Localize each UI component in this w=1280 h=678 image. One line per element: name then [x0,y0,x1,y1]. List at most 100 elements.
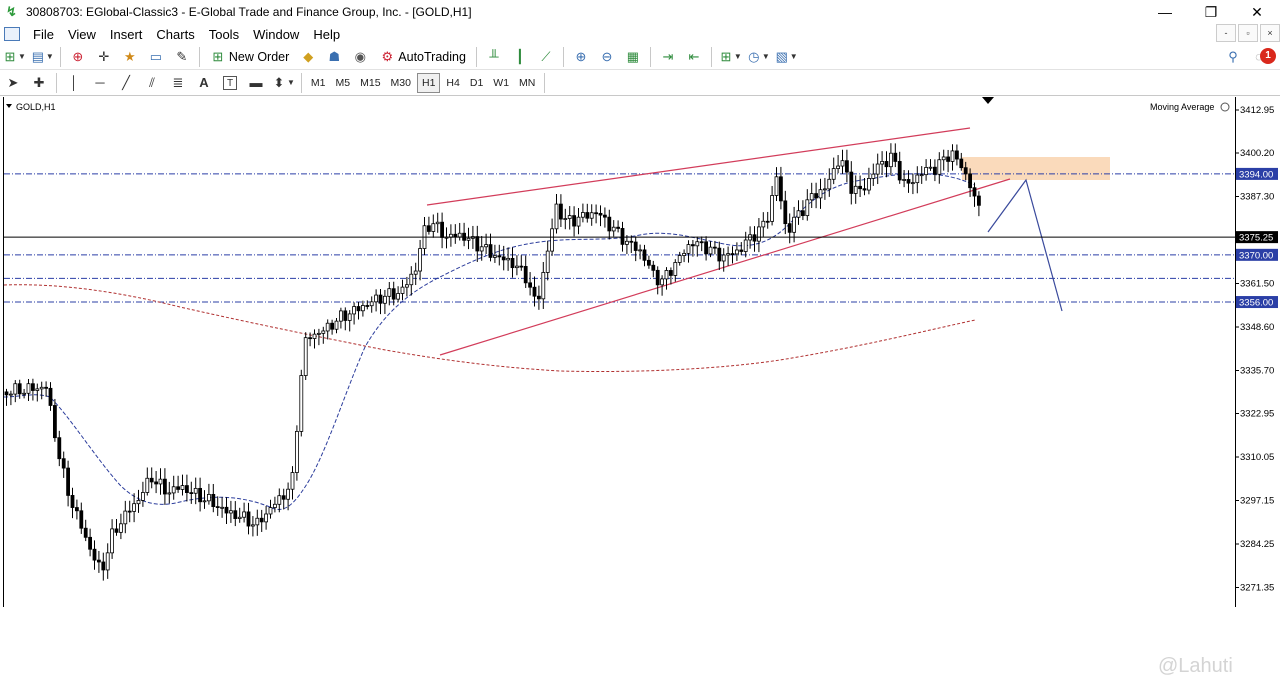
supply-zone[interactable] [962,157,1110,180]
timeframe-w1[interactable]: W1 [489,73,513,93]
timeframe-m15[interactable]: M15 [356,73,384,93]
timeframe-h1[interactable]: H1 [416,72,441,93]
tile-windows-icon: ▦ [626,48,640,64]
bar-chart-button[interactable]: ╨ [483,46,505,68]
strategy-tester-button[interactable]: ✎ [171,46,193,68]
timeframe-h4[interactable]: H4 [442,73,463,93]
indicator-label: Moving Average [1150,102,1214,112]
vertical-line-button[interactable]: │ [63,72,85,94]
chart-shift-button[interactable]: ⇤ [683,46,705,68]
line-chart-button[interactable]: ⟋ [535,46,557,68]
zoom-out-button[interactable]: ⊖ [596,46,618,68]
text-button[interactable]: A [193,72,215,94]
close-button[interactable]: ✕ [1234,0,1280,24]
candle-body [770,195,774,222]
mdi-minimize-button[interactable]: ‑ [1216,24,1236,42]
candle-body [743,239,748,252]
autotrading-icon: ⚙ [381,48,394,64]
cursor-button[interactable]: ➤ [2,72,24,94]
slow-moving-average-line [3,284,976,372]
market-button[interactable]: ◉ [349,46,371,68]
text-tool-icon: A [199,74,209,90]
auto-scroll-icon: ⇥ [662,48,674,64]
arrows-button[interactable]: ⬍ ▼ [271,72,295,94]
candle-body [97,559,101,563]
chevron-down-icon: ▼ [45,52,54,61]
candle-body [796,210,801,218]
candle-body [426,225,431,232]
terminal-button[interactable]: ▭ [145,46,167,68]
timeframe-d1[interactable]: D1 [466,73,487,93]
menu-charts[interactable]: Charts [149,27,201,42]
chart-shift-marker[interactable] [982,97,994,104]
horizontal-line-button[interactable]: ─ [89,72,111,94]
new-chart-button[interactable]: ⊞ ▼ [2,46,26,68]
menu-help[interactable]: Help [306,27,347,42]
indicators-button[interactable]: ⊞ ▼ [718,46,741,68]
chart-window-icon[interactable] [4,27,20,41]
text-label-button[interactable]: T [219,72,241,94]
tile-windows-button[interactable]: ▦ [622,46,644,68]
timeframe-mn[interactable]: MN [515,73,539,93]
timeframe-m1[interactable]: M1 [307,73,330,93]
menu-view[interactable]: View [61,27,103,42]
profiles-button[interactable]: ▤ ▼ [30,46,54,68]
candlestick-button[interactable]: ┃ [509,46,531,68]
channel-upper-line[interactable] [426,127,971,206]
templates-button[interactable]: ▧ ▼ [774,46,798,68]
candle-body [110,528,114,554]
menu-window[interactable]: Window [246,27,306,42]
candle-body [22,392,27,395]
equidistant-channel-button[interactable]: ⫽ [141,72,163,94]
candle-body [171,486,176,494]
candle-body [272,503,277,508]
symbol-menu-icon[interactable] [6,104,12,108]
crosshair-button[interactable]: ✚ [28,72,50,94]
data-window-button[interactable]: ✛ [93,46,115,68]
periods-button[interactable]: ◷ ▼ [746,46,770,68]
menu-file[interactable]: File [26,27,61,42]
timeframe-m30[interactable]: M30 [387,73,415,93]
market-watch-button[interactable]: ⊕ [67,46,89,68]
new-order-button[interactable]: ⊞ New Order [206,46,293,68]
autotrading-button[interactable]: ⚙ AutoTrading [375,46,470,68]
level-price-label: 3394.00 [1239,169,1273,180]
candle-body [466,237,471,241]
price-chart[interactable]: 3394.00 3370.00 3356.00 GOLD,H1 Moving Ave… [0,97,1280,607]
trendline-button[interactable]: ╱ [115,72,137,94]
candle-body [277,495,282,505]
indicator-settings-icon[interactable] [1220,102,1230,112]
candle-body [369,301,374,307]
standard-toolbar: ⊞ ▼ ▤ ▼ ⊕ ✛ ★ ▭ ✎ ⊞ New Order ◆ ☗ ◉ ⚙ AutoTr… [0,44,1280,70]
current-price-label: 3375.25 [1239,233,1273,244]
rectangle-button[interactable]: ▬ [245,72,267,94]
chart-window[interactable]: 3394.00 3370.00 3356.00 GOLD,H1 Moving Ave… [0,97,1280,677]
window-title: 30808703: EGlobal-Classic3 - E-Global Tr… [26,5,472,19]
timeframe-m5[interactable]: M5 [332,73,355,93]
projection-path[interactable] [987,178,1063,312]
candle-body [823,188,827,191]
candle-body [360,305,365,312]
zoom-in-button[interactable]: ⊕ [570,46,592,68]
search-button[interactable]: ⚲ [1222,46,1244,68]
candle-body [713,246,717,249]
minimize-button[interactable]: — [1142,0,1188,24]
candlestick-series [4,143,981,581]
navigator-button[interactable]: ★ [119,46,141,68]
menu-tools[interactable]: Tools [202,27,246,42]
candle-body [418,248,423,272]
candle-body [871,173,876,179]
candle-body [787,223,792,233]
toolbar-divider [710,46,712,67]
candle-body [809,193,814,201]
mdi-close-button[interactable]: × [1260,24,1280,42]
mdi-restore-button[interactable]: ▫ [1238,24,1258,42]
metaeditor-button[interactable]: ◆ [297,46,319,68]
restore-button[interactable]: ❐ [1188,0,1234,24]
menu-insert[interactable]: Insert [103,27,150,42]
chart-shift-icon: ⇤ [688,48,700,64]
notifications-button[interactable]: ◌ 1 [1248,46,1276,68]
fibonacci-button[interactable]: ≣ [167,72,189,94]
auto-scroll-button[interactable]: ⇥ [657,46,679,68]
signals-button[interactable]: ☗ [323,46,345,68]
